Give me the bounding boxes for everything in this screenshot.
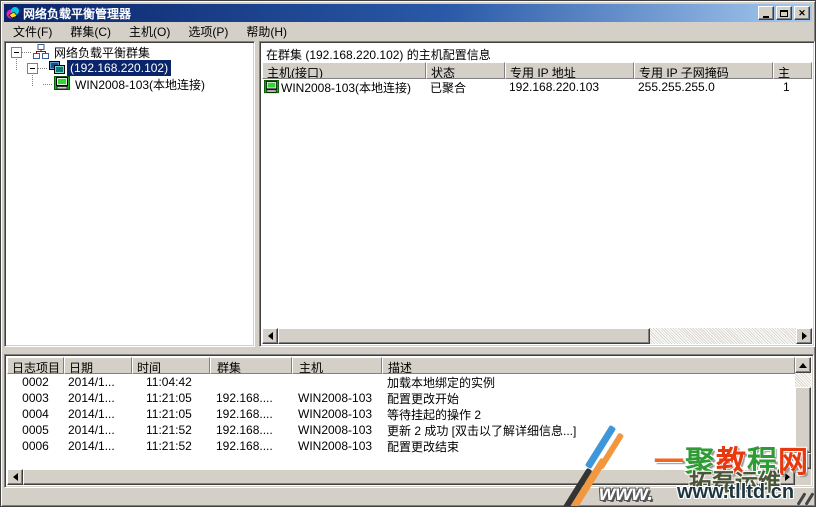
log-cell-id: 0004 — [22, 407, 49, 421]
tree-host-label: WIN2008-103(本地连接) — [75, 77, 206, 92]
host-panel-hscrollbar — [262, 328, 812, 344]
log-hscrollbar — [7, 469, 795, 485]
host-cell-priority: 1 — [783, 80, 790, 94]
log-cell-id: 0005 — [22, 423, 49, 437]
close-button[interactable]: ✕ — [794, 6, 810, 20]
log-cell-host: WIN2008-103 — [298, 439, 373, 453]
col-description[interactable]: 描述 — [382, 357, 795, 374]
col-time[interactable]: 时间 — [132, 357, 210, 374]
hscroll-track[interactable] — [650, 328, 796, 344]
tree-item-host[interactable]: WIN2008-103(本地连接) — [7, 76, 252, 92]
log-cell-desc: 配置更改开始 — [387, 391, 460, 406]
host-table-header: 主机(接口) 状态 专用 IP 地址 专用 IP 子网掩码 主 — [262, 62, 812, 79]
network-cluster-icon — [33, 44, 49, 60]
host-cell-name: WIN2008-103(本地连接) — [281, 80, 412, 95]
log-cell-host: WIN2008-103 — [298, 391, 373, 405]
host-config-panel: 在群集 (192.168.220.102) 的主机配置信息 主机(接口) 状态 … — [259, 41, 815, 347]
log-cell-desc: 加载本地绑定的实例 — [387, 375, 496, 390]
scroll-right-button[interactable] — [779, 469, 795, 485]
vscroll-thumb[interactable] — [795, 387, 811, 453]
menu-options[interactable]: 选项(P) — [179, 21, 237, 42]
host-cell-mask: 255.255.255.0 — [638, 80, 715, 94]
log-cell-cluster: 192.168.... — [216, 439, 273, 453]
log-cell-host: WIN2008-103 — [298, 423, 373, 437]
log-panel: 日志项目 日期 时间 群集 主机 描述 0002 2014/1... 11:04… — [4, 354, 814, 488]
log-table-header: 日志项目 日期 时间 群集 主机 描述 — [7, 357, 795, 374]
maximize-button[interactable] — [776, 6, 792, 20]
scroll-down-button[interactable] — [795, 453, 811, 469]
log-cell-time: 11:21:52 — [146, 423, 192, 437]
cluster-tree-panel: 网络负载平衡群集 (192.168.220.102) WIN2008-103(本… — [4, 41, 255, 347]
log-cell-time: 11:21:05 — [146, 407, 192, 421]
collapse-toggle-icon[interactable] — [11, 46, 22, 58]
log-cell-date: 2014/1... — [68, 407, 115, 421]
log-cell-cluster: 192.168.... — [216, 391, 273, 405]
collapse-toggle-icon[interactable] — [27, 62, 38, 74]
scrollbar-corner — [795, 469, 811, 485]
log-cell-desc: 等待挂起的操作 2 — [387, 407, 482, 422]
log-row[interactable]: 0002 2014/1... 11:04:42 加载本地绑定的实例 — [7, 374, 795, 390]
menu-file[interactable]: 文件(F) — [4, 21, 61, 42]
log-cell-id: 0002 — [22, 375, 49, 389]
log-cell-cluster: 192.168.... — [216, 407, 273, 421]
host-cell-ip: 192.168.220.103 — [509, 80, 600, 94]
horizontal-splitter[interactable] — [4, 347, 814, 354]
log-vscrollbar — [795, 357, 811, 469]
log-rows: 0002 2014/1... 11:04:42 加载本地绑定的实例 0003 2… — [7, 374, 795, 454]
menu-help[interactable]: 帮助(H) — [237, 21, 296, 42]
log-cell-host: WIN2008-103 — [298, 407, 373, 421]
col-log-cluster[interactable]: 群集 — [210, 357, 292, 374]
host-cell-status: 已聚合 — [430, 80, 467, 95]
col-log-entry[interactable]: 日志项目 — [7, 357, 64, 374]
hscroll-thumb[interactable] — [278, 328, 650, 344]
col-log-host[interactable]: 主机 — [292, 357, 382, 374]
log-cell-cluster: 192.168.... — [216, 423, 273, 437]
log-cell-desc: 配置更改结束 — [387, 439, 460, 454]
log-cell-date: 2014/1... — [68, 375, 115, 389]
log-cell-time: 11:04:42 — [146, 375, 192, 389]
col-dedicated-ip[interactable]: 专用 IP 地址 — [505, 62, 634, 79]
app-window: 网络负载平衡管理器 ✕ 文件(F) 群集(C) 主机(O) 选项(P) 帮助(H… — [0, 0, 816, 507]
log-row[interactable]: 0005 2014/1... 11:21:52 192.168.... WIN2… — [7, 422, 795, 438]
minimize-button[interactable] — [758, 6, 774, 20]
watermark-corner-tick — [796, 492, 807, 506]
log-cell-date: 2014/1... — [68, 439, 115, 453]
log-cell-id: 0006 — [22, 439, 49, 453]
scroll-right-button[interactable] — [796, 328, 812, 344]
log-cell-date: 2014/1... — [68, 391, 115, 405]
scroll-left-button[interactable] — [7, 469, 23, 485]
scroll-up-button[interactable] — [795, 357, 811, 373]
log-row[interactable]: 0004 2014/1... 11:21:05 192.168.... WIN2… — [7, 406, 795, 422]
host-config-title: 在群集 (192.168.220.102) 的主机配置信息 — [266, 48, 491, 62]
host-computer-icon — [54, 76, 70, 92]
cluster-icon — [49, 60, 65, 76]
log-row[interactable]: 0006 2014/1... 11:21:52 192.168.... WIN2… — [7, 438, 795, 454]
menu-bar: 文件(F) 群集(C) 主机(O) 选项(P) 帮助(H) — [4, 22, 812, 41]
title-bar[interactable]: 网络负载平衡管理器 ✕ — [4, 4, 812, 22]
hscroll-thumb[interactable] — [23, 469, 779, 485]
tree-item-root[interactable]: 网络负载平衡群集 — [7, 44, 252, 60]
log-cell-date: 2014/1... — [68, 423, 115, 437]
col-priority[interactable]: 主 — [773, 62, 812, 79]
log-cell-time: 11:21:05 — [146, 391, 192, 405]
log-cell-desc: 更新 2 成功 [双击以了解详细信息...] — [387, 423, 577, 438]
col-host-interface[interactable]: 主机(接口) — [262, 62, 426, 79]
host-computer-icon — [264, 79, 279, 95]
log-cell-id: 0003 — [22, 391, 49, 405]
scroll-left-button[interactable] — [262, 328, 278, 344]
host-table-row[interactable]: WIN2008-103(本地连接) 已聚合 192.168.220.103 25… — [262, 79, 812, 95]
menu-cluster[interactable]: 群集(C) — [61, 21, 120, 42]
app-icon — [6, 6, 20, 20]
log-cell-time: 11:21:52 — [146, 439, 192, 453]
col-subnet-mask[interactable]: 专用 IP 子网掩码 — [634, 62, 773, 79]
log-row[interactable]: 0003 2014/1... 11:21:05 192.168.... WIN2… — [7, 390, 795, 406]
watermark-corner-tick — [804, 492, 815, 506]
tree-root-label: 网络负载平衡群集 — [54, 45, 151, 60]
window-title: 网络负载平衡管理器 — [23, 6, 132, 21]
col-status[interactable]: 状态 — [426, 62, 505, 79]
menu-host[interactable]: 主机(O) — [120, 21, 179, 42]
col-date[interactable]: 日期 — [64, 357, 132, 374]
